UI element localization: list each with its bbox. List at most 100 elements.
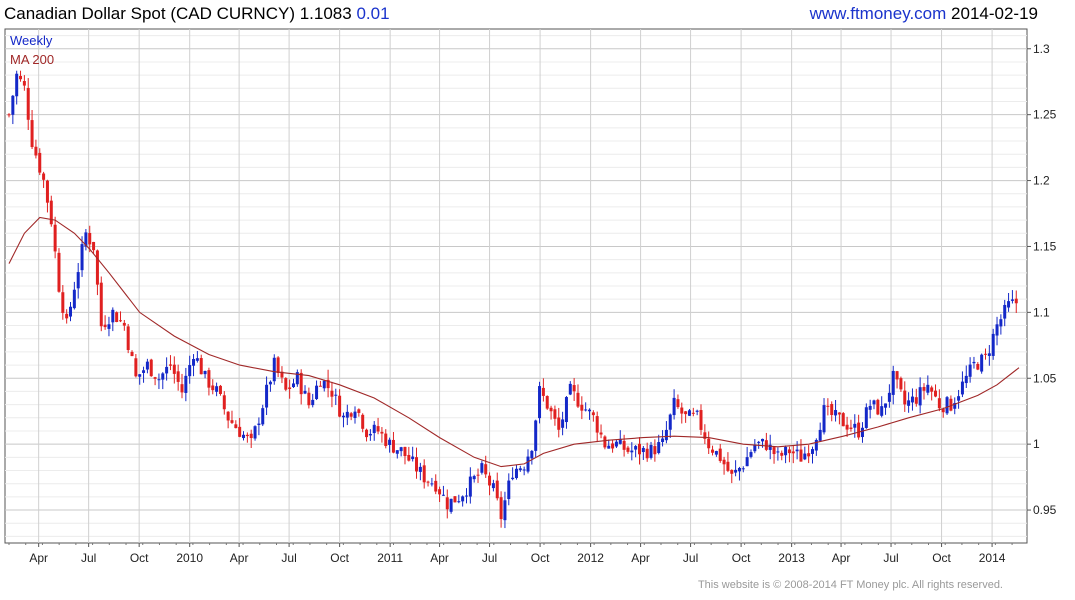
candle-body	[553, 409, 557, 419]
candle-body	[488, 475, 492, 486]
candle-body	[195, 358, 199, 361]
candle-body	[930, 387, 934, 392]
y-tick-label: 1.15	[1033, 239, 1057, 253]
candle-body	[584, 409, 588, 411]
candle-body	[480, 463, 484, 473]
candle-body	[572, 385, 576, 392]
candle-body	[69, 306, 73, 317]
candle-body	[157, 379, 161, 381]
candle-body	[684, 411, 688, 415]
candle-body	[353, 411, 357, 418]
candle-body	[172, 364, 176, 374]
candle-body	[995, 324, 999, 336]
candle-body	[22, 81, 26, 86]
candle-body	[403, 446, 407, 457]
candle-body	[288, 387, 292, 389]
candle-body	[745, 457, 749, 467]
candle-body	[511, 477, 515, 480]
candle-body	[111, 309, 115, 323]
candle-body	[818, 429, 822, 441]
candle-body	[242, 434, 246, 439]
candle-body	[149, 359, 153, 377]
candle-body	[176, 371, 180, 382]
candle-body	[976, 363, 980, 370]
candle-body	[357, 409, 361, 413]
candle-body	[914, 397, 918, 404]
candle-body	[376, 426, 380, 432]
candle-body	[291, 383, 295, 388]
candle-body	[622, 440, 626, 450]
candle-body	[315, 385, 319, 400]
candle-body	[668, 414, 672, 430]
candle-body	[730, 469, 734, 474]
candle-body	[34, 146, 38, 156]
candle-body	[503, 500, 507, 521]
candle-body	[630, 450, 634, 453]
candle-body	[880, 406, 884, 416]
candle-body	[476, 474, 480, 476]
candle-body	[226, 411, 230, 421]
candle-body	[57, 252, 61, 292]
candle-body	[987, 353, 991, 356]
x-tick-label: 2014	[979, 551, 1006, 565]
candle-body	[699, 410, 703, 430]
candle-body	[411, 456, 415, 460]
x-tick-label: Oct	[732, 551, 751, 565]
candle-body	[388, 439, 392, 445]
candle-body	[707, 438, 711, 449]
legend-ma200: MA 200	[10, 52, 54, 67]
candle-body	[126, 326, 130, 351]
candle-body	[138, 374, 142, 377]
candle-body	[726, 461, 730, 471]
candle-body	[799, 449, 803, 462]
candle-body	[634, 446, 638, 450]
candle-body	[614, 441, 618, 447]
candle-body	[207, 370, 211, 388]
candle-body	[580, 404, 584, 411]
candle-body	[972, 361, 976, 364]
candle-body	[672, 397, 676, 416]
candle-body	[426, 481, 430, 483]
candle-body	[749, 452, 753, 457]
candle-body	[691, 412, 695, 414]
x-tick-label: 2011	[377, 551, 403, 565]
candle-body	[676, 399, 680, 408]
y-tick-label: 1.25	[1033, 108, 1057, 122]
candle-body	[895, 371, 899, 380]
candle-body	[88, 232, 92, 245]
candle-body	[215, 386, 219, 392]
candle-body	[253, 426, 257, 439]
candle-body	[484, 464, 488, 475]
legend-weekly: Weekly	[10, 33, 53, 48]
candle-body	[787, 449, 791, 454]
candle-body	[218, 385, 222, 394]
x-tick-label: 2010	[176, 551, 203, 565]
candle-body	[441, 494, 445, 496]
candle-body	[72, 289, 76, 309]
candle-body	[557, 417, 561, 430]
price-chart: 0.95 1 1.05 1.1 1.15 1.2 1.25 1.3 Apr Jul Oct 2010 A…	[4, 28, 1057, 565]
candle-body	[368, 433, 372, 436]
x-tick-label: 2012	[577, 551, 604, 565]
candle-body	[922, 386, 926, 391]
candle-body	[384, 433, 388, 446]
candle-body	[334, 394, 338, 396]
candle-body	[568, 383, 572, 395]
candle-body	[92, 241, 96, 251]
candle-body	[545, 396, 549, 409]
candle-body	[341, 415, 345, 418]
candle-body	[49, 200, 53, 225]
candle-body	[626, 447, 630, 452]
x-tick-label: Jul	[281, 551, 296, 565]
candle-body	[311, 399, 315, 406]
candle-body	[322, 380, 326, 389]
candle-body	[145, 361, 149, 370]
candle-body	[349, 413, 353, 417]
candle-body	[211, 385, 215, 391]
candle-body	[272, 357, 276, 382]
candle-body	[538, 386, 542, 419]
x-tick-label: Apr	[29, 551, 48, 565]
copyright-footer: This website is © 2008-2014 FT Money plc…	[697, 579, 1003, 591]
candle-body	[761, 438, 765, 442]
candle-body	[780, 452, 784, 456]
